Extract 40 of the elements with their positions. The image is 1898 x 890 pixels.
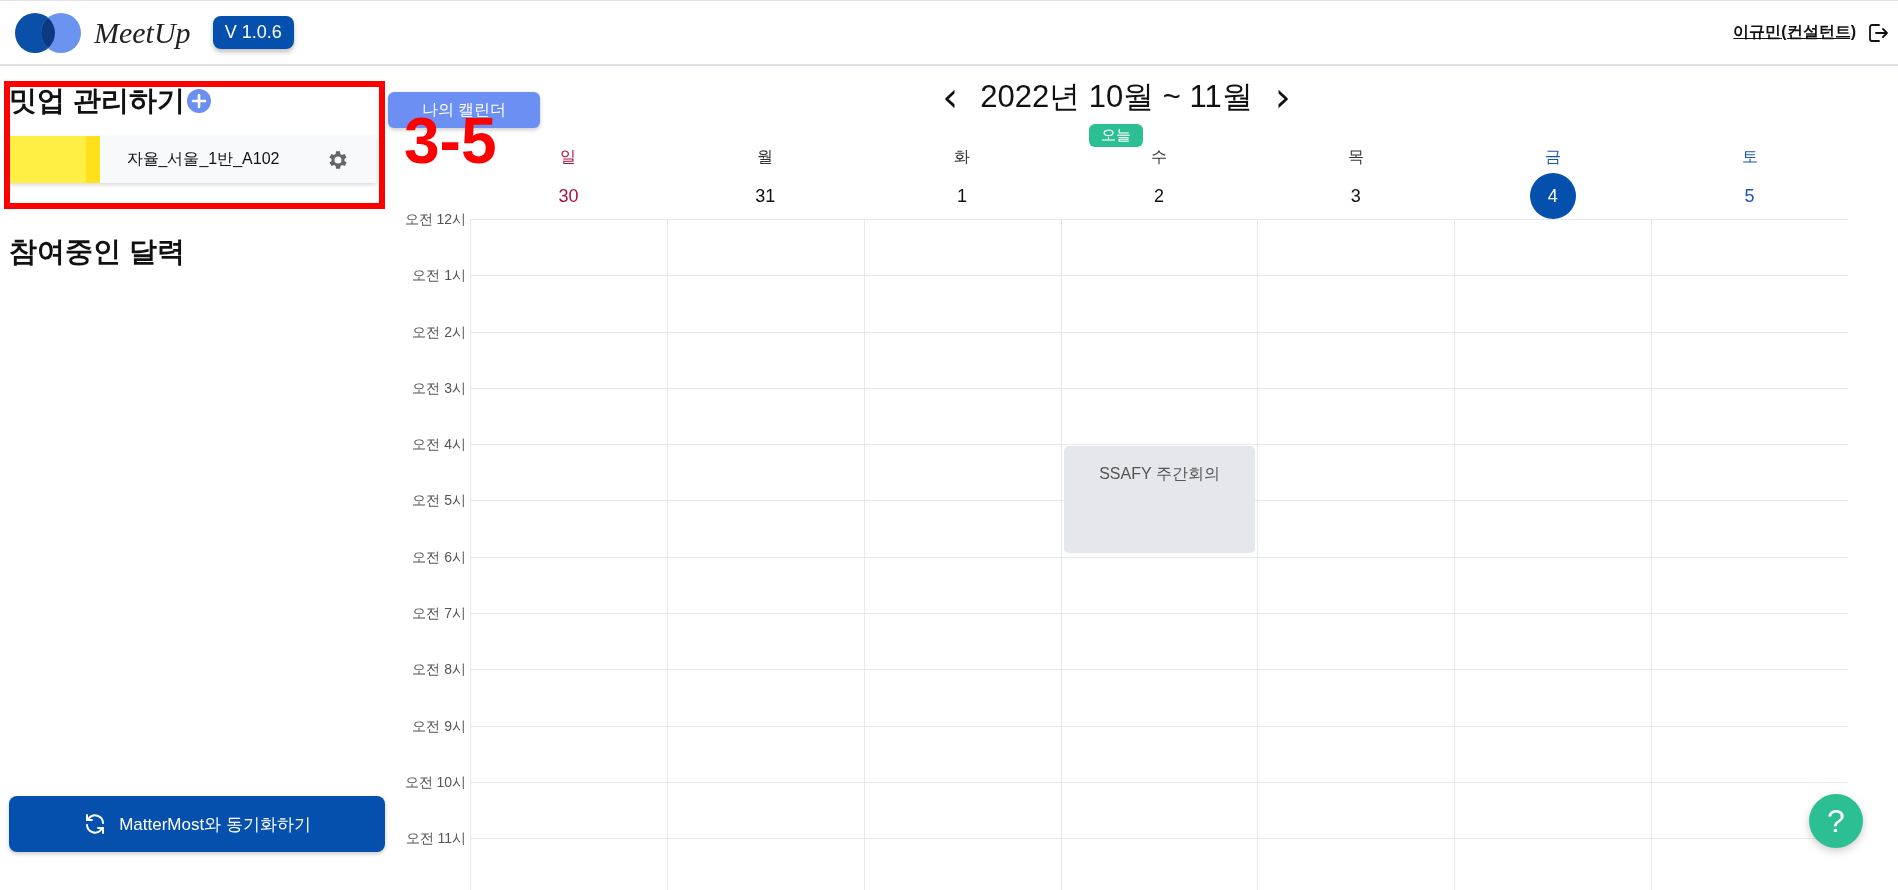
- time-label: 오전 11시: [405, 829, 466, 848]
- meetup-card[interactable]: 자율_서울_1반_A102: [9, 136, 376, 183]
- time-label: 오전 8시: [412, 660, 466, 679]
- weekday-label: 일: [560, 147, 577, 167]
- time-label: 오전 12시: [404, 210, 466, 228]
- sync-button[interactable]: MatterMost와 동기화하기: [9, 796, 385, 852]
- user-link[interactable]: 이규민(컨설턴트): [1733, 22, 1856, 43]
- previous-button[interactable]: ‹: [938, 79, 963, 115]
- calendar-title: 2022년 10월 ~ 11월: [980, 78, 1253, 116]
- section-title: 밋업 관리하기: [9, 84, 185, 118]
- weekday-label: 목: [1347, 147, 1364, 167]
- weekday-label: 화: [954, 147, 971, 167]
- time-label: 오전 10시: [404, 772, 466, 791]
- time-label: 오전 7시: [412, 604, 466, 623]
- next-button[interactable]: ›: [1270, 79, 1295, 115]
- date-number[interactable]: 2: [1136, 173, 1182, 219]
- date-number[interactable]: 4: [1529, 173, 1576, 219]
- brand-name: MeetUp: [94, 15, 191, 50]
- section-title: 참여중인 달력: [9, 235, 186, 269]
- date-number[interactable]: 31: [742, 173, 789, 219]
- date-number[interactable]: 1: [939, 173, 986, 219]
- time-label: 오전 3시: [412, 378, 466, 397]
- time-label: 오전 2시: [412, 322, 466, 341]
- time-label: 오전 9시: [412, 716, 466, 735]
- logo-icon: [14, 11, 82, 54]
- weekday-label: 금: [1544, 147, 1561, 167]
- time-label: 오전 6시: [412, 547, 466, 566]
- weekday-label: 토: [1741, 147, 1758, 167]
- weekday-label: 월: [757, 147, 774, 167]
- meetup-name: 자율_서울_1반_A102: [125, 149, 281, 169]
- date-number[interactable]: 3: [1332, 173, 1379, 219]
- date-number[interactable]: 30: [545, 173, 592, 219]
- version-badge: V 1.0.6: [212, 16, 294, 49]
- time-label: 오전 4시: [412, 435, 466, 454]
- date-number[interactable]: 5: [1726, 173, 1773, 219]
- add-icon[interactable]: [186, 89, 211, 113]
- time-label: 오전 1시: [412, 266, 466, 285]
- time-label: 오전 5시: [412, 491, 466, 510]
- weekday-label: 수: [1151, 147, 1167, 167]
- calendar-event[interactable]: SSAFY 주간회의: [1063, 446, 1256, 553]
